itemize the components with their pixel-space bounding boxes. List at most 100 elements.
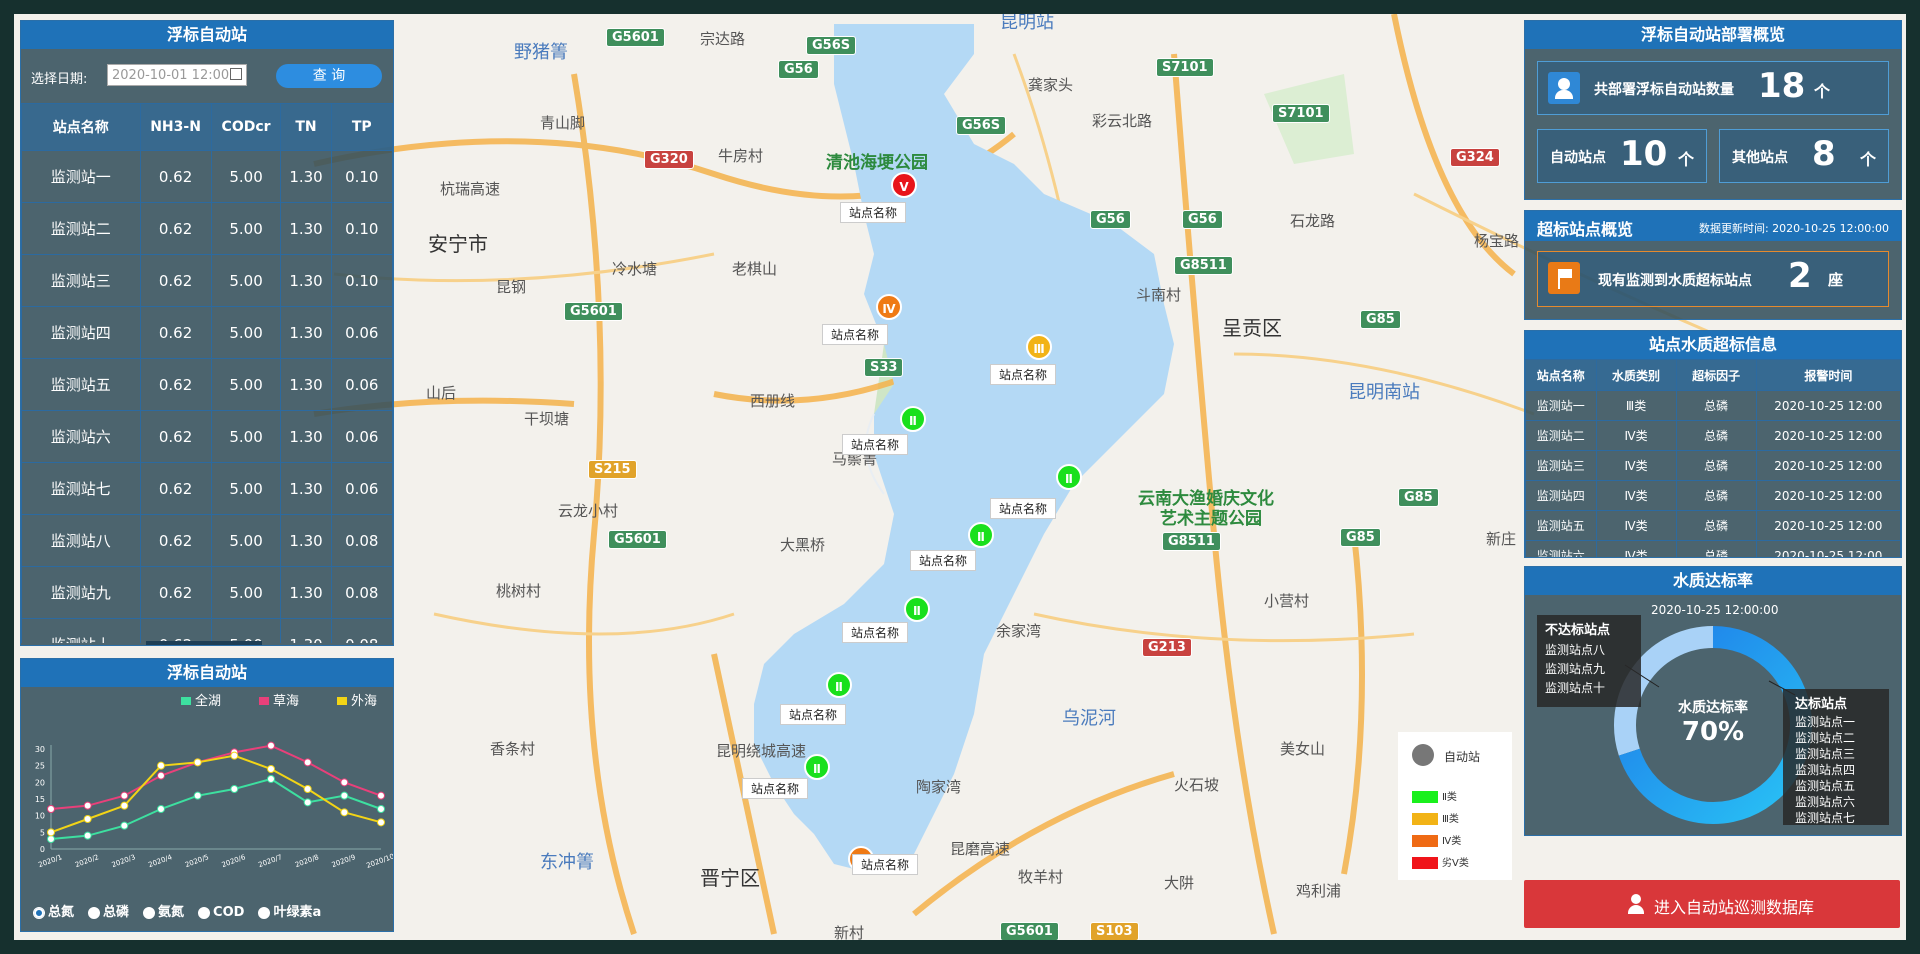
site-marker[interactable]: Ⅱ xyxy=(968,522,994,548)
radio-dot[interactable] xyxy=(88,906,101,919)
radio-dot[interactable] xyxy=(33,906,45,919)
site-label[interactable]: 站点名称 xyxy=(822,324,889,345)
site-marker[interactable]: Ⅱ xyxy=(1056,464,1082,490)
x-tick-label: 2020/9 xyxy=(331,853,357,869)
table-cell: 0.10 xyxy=(330,150,393,203)
legend-item: Ⅱ类 xyxy=(1412,788,1457,803)
table-header-cell[interactable]: TN xyxy=(280,103,332,151)
site-marker[interactable]: Ⅱ xyxy=(826,672,852,698)
road-shield: S7101 xyxy=(1272,104,1330,123)
table-row[interactable]: 监测站二 0.62 5.00 1.30 0.10 xyxy=(21,202,393,255)
metric-radio[interactable]: 氨氮 xyxy=(143,901,184,920)
calendar-icon[interactable] xyxy=(230,68,242,80)
series-point xyxy=(83,831,92,840)
site-marker[interactable]: Ⅴ xyxy=(891,172,917,198)
road-shield: G5601 xyxy=(1000,922,1059,940)
table-scrollbar[interactable] xyxy=(146,641,262,645)
site-marker[interactable]: Ⅱ xyxy=(900,406,926,432)
date-input[interactable]: 2020-10-01 12:00 xyxy=(107,64,247,86)
table-row[interactable]: 监测站一 0.62 5.00 1.30 0.10 xyxy=(21,150,393,203)
site-label[interactable]: 站点名称 xyxy=(842,434,909,455)
map-place-label: 冷水塘 xyxy=(612,260,658,278)
site-label[interactable]: 站点名称 xyxy=(842,622,909,643)
radio-dot[interactable] xyxy=(143,906,156,919)
series-point xyxy=(83,801,92,810)
table-row[interactable]: 监测站三 Ⅳ类 总磷 2020-10-25 12:00 xyxy=(1525,450,1901,481)
map-place-label: 昆明南站 xyxy=(1348,382,1420,403)
table-row[interactable]: 监测站三 0.62 5.00 1.30 0.10 xyxy=(21,254,393,307)
table-row[interactable]: 监测站十0.625.001.300.08 xyxy=(21,618,393,643)
series-point xyxy=(267,775,275,783)
site-marker[interactable]: Ⅲ xyxy=(1026,334,1052,360)
series-point xyxy=(230,751,239,760)
table-row[interactable]: 监测站四 0.62 5.00 1.30 0.06 xyxy=(21,306,393,359)
table-cell: 监测站十 xyxy=(21,618,141,643)
metric-radio[interactable]: 叶绿素a xyxy=(258,901,321,920)
table-header-cell[interactable]: TP xyxy=(330,103,393,151)
table-header-cell[interactable]: NH3-N xyxy=(139,103,212,151)
metric-radio[interactable]: 总氮 xyxy=(33,901,74,920)
table-cell: 监测站二 xyxy=(21,202,141,255)
table-row[interactable]: 监测站五 Ⅳ类 总磷 2020-10-25 12:00 xyxy=(1525,510,1901,541)
table-row[interactable]: 监测站八 0.62 5.00 1.30 0.08 xyxy=(21,514,393,567)
other-unit: 个 xyxy=(1860,150,1877,169)
table-header-cell[interactable]: 站点名称 xyxy=(1525,359,1597,391)
pass-station-item: 监测站点二 xyxy=(1795,731,1856,745)
metric-radio[interactable]: COD xyxy=(198,905,244,920)
radio-dot[interactable] xyxy=(258,906,271,919)
total-label: 共部署浮标自动站数量 xyxy=(1594,82,1734,98)
station-table-wrapper[interactable]: 站点名称 NH3-N CODcr TN TP 监测站一 0.62 5.00 1.30 0.10 监… xyxy=(21,103,393,643)
table-header-cell[interactable]: 站点名称 xyxy=(21,103,141,151)
fail-stations-box: 不达标站点 监测站点八 监测站点九 监测站点十 xyxy=(1537,615,1641,707)
map-legend: 自动站 Ⅱ类 Ⅲ类 Ⅳ类 劣Ⅴ类 xyxy=(1398,732,1512,880)
exceed-overview-panel: 超标站点概览 数据更新时间: 2020-10-25 12:00:00 现有监测到… xyxy=(1524,210,1902,320)
table-header-cell[interactable]: 水质类别 xyxy=(1595,359,1677,391)
map-place-label: 杨宝路 xyxy=(1474,232,1520,250)
table-cell: 0.06 xyxy=(330,306,393,359)
table-row[interactable]: 监测站六 0.62 5.00 1.30 0.06 xyxy=(21,410,393,463)
site-label[interactable]: 站点名称 xyxy=(990,498,1057,519)
site-label[interactable]: 站点名称 xyxy=(852,854,919,875)
pass-station-item: 监测站点四 xyxy=(1795,763,1856,777)
series-line xyxy=(50,777,382,840)
site-label[interactable]: 站点名称 xyxy=(990,364,1057,385)
table-cell: 0.10 xyxy=(330,254,393,307)
table-header-cell[interactable]: 报警时间 xyxy=(1755,359,1901,391)
table-cell: 监测站四 xyxy=(1525,480,1597,511)
table-header-cell[interactable]: 超标因子 xyxy=(1675,359,1757,391)
site-label[interactable]: 站点名称 xyxy=(780,704,847,725)
fail-station-item: 监测站点八 xyxy=(1545,643,1606,657)
table-row[interactable]: 监测站二 Ⅳ类 总磷 2020-10-25 12:00 xyxy=(1525,420,1901,451)
map-place-label: 干坝塘 xyxy=(524,410,570,428)
operator-icon xyxy=(1626,894,1646,914)
metric-radio[interactable]: 总磷 xyxy=(88,901,129,920)
radio-dot[interactable] xyxy=(198,906,211,919)
table-row[interactable]: 监测站九 0.62 5.00 1.30 0.08 xyxy=(21,566,393,619)
series-point xyxy=(47,828,55,837)
table-row[interactable]: 监测站五 0.62 5.00 1.30 0.06 xyxy=(21,358,393,411)
total-stations-box: 共部署浮标自动站数量 18 个 xyxy=(1537,61,1889,115)
table-cell: 1.30 xyxy=(280,618,332,643)
site-marker[interactable]: Ⅱ xyxy=(904,596,930,622)
table-header-cell[interactable]: CODcr xyxy=(210,103,282,151)
map-place-label: 昆明绕城高速 xyxy=(716,742,807,760)
table-cell: 0.08 xyxy=(330,618,393,643)
table-row[interactable]: 监测站七 0.62 5.00 1.30 0.06 xyxy=(21,462,393,515)
legend-label: 外海 xyxy=(351,694,377,709)
enter-database-button[interactable]: 进入自动站巡测数据库 xyxy=(1524,880,1900,928)
y-tick-label: 30 xyxy=(35,745,45,754)
legend-item: 劣Ⅴ类 xyxy=(1412,854,1469,869)
site-marker[interactable]: Ⅳ xyxy=(876,294,902,320)
table-row[interactable]: 监测站六 Ⅳ类 总磷 2020-10-25 12:00 xyxy=(1525,540,1901,557)
site-label[interactable]: 站点名称 xyxy=(910,550,977,571)
metric-radio-group: 总氮 总磷 氨氮 COD 叶绿素a xyxy=(33,901,335,920)
y-tick-label: 15 xyxy=(35,795,45,804)
table-cell: 总磷 xyxy=(1675,420,1757,451)
table-row[interactable]: 监测站一 Ⅲ类 总磷 2020-10-25 12:00 xyxy=(1525,390,1901,421)
site-label[interactable]: 站点名称 xyxy=(742,778,809,799)
total-value: 18 xyxy=(1758,66,1806,106)
query-button[interactable]: 查 询 xyxy=(276,64,382,88)
table-row[interactable]: 监测站四 Ⅳ类 总磷 2020-10-25 12:00 xyxy=(1525,480,1901,511)
site-label[interactable]: 站点名称 xyxy=(840,202,907,223)
site-marker[interactable]: Ⅱ xyxy=(804,754,830,780)
